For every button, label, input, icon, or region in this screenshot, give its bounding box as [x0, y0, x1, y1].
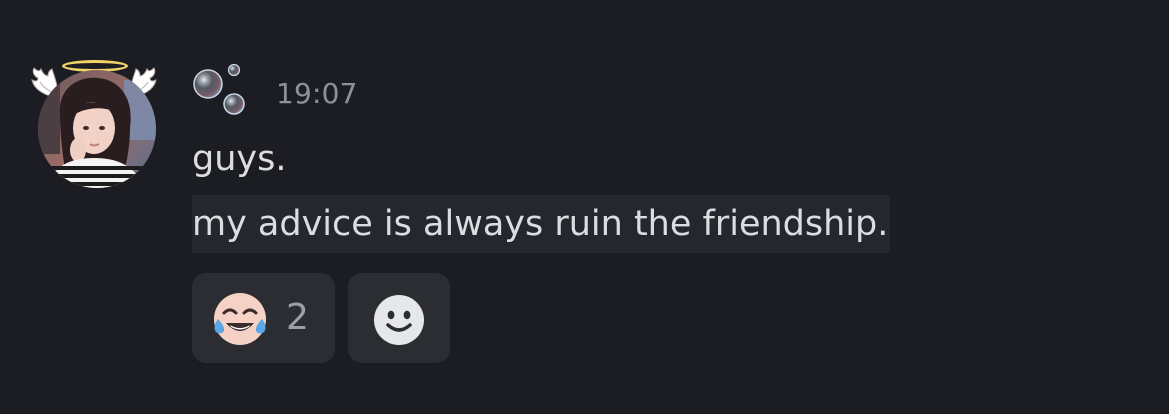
message-timestamp: 19:07	[276, 77, 358, 110]
message-line-highlighted: my advice is always ruin the friendship.	[192, 195, 891, 253]
reaction-count: 2	[286, 297, 309, 338]
bubbles-icon[interactable]	[192, 62, 250, 118]
profile-photo-icon	[38, 70, 156, 188]
add-reaction-button[interactable]	[348, 273, 450, 363]
avatar[interactable]	[26, 54, 166, 194]
chat-message-view: 19:07 guys. my advice is always ruin the…	[0, 0, 1169, 414]
reaction-tears-of-joy[interactable]: 2	[192, 273, 335, 363]
message-line: guys.	[192, 139, 287, 179]
add-reaction-icon	[374, 295, 424, 345]
tears-of-joy-icon	[214, 293, 266, 345]
avatar-photo	[38, 70, 156, 188]
